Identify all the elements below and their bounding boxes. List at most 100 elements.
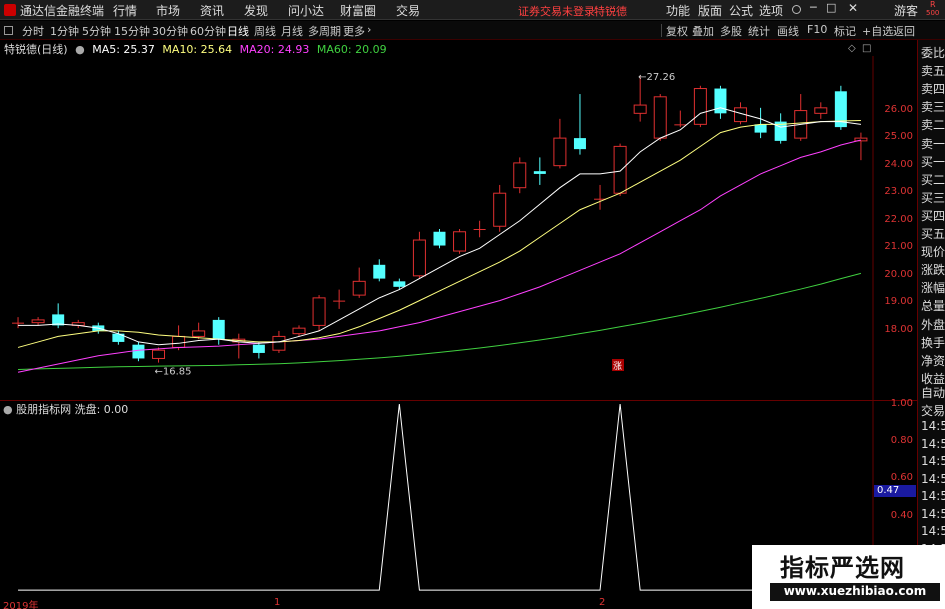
btn-fuquan[interactable]: 复权 <box>666 23 688 39</box>
date-label-feb: 2 <box>599 597 606 608</box>
candle-body-up <box>613 145 627 194</box>
stock-header: 特锐德 <box>594 5 627 18</box>
btn-huaxian[interactable]: 画线 <box>777 23 799 39</box>
tab-multi-period[interactable]: 多周期 <box>308 23 341 39</box>
quote-field-label: 买二 <box>921 172 945 187</box>
btn-diejia[interactable]: 叠加 <box>692 23 714 39</box>
candle-body-up <box>513 162 527 189</box>
quote-field-label: 买一 <box>921 154 945 169</box>
minimize-icon[interactable]: ─ <box>810 1 817 14</box>
tab-1min[interactable]: 1分钟 <box>50 23 79 39</box>
app-title: 通达信金融终端 <box>20 4 105 18</box>
quote-field-label: 卖五 <box>921 64 945 79</box>
quote-field-label: 卖一 <box>921 136 945 151</box>
candle-body-down <box>393 281 406 287</box>
candle-body-down <box>373 264 386 279</box>
square-icon[interactable]: □ <box>862 43 871 54</box>
candle-body-down <box>754 124 767 133</box>
search-icon[interactable] <box>792 5 801 14</box>
quote-field-label: 委比 <box>921 46 945 60</box>
candle-body-up <box>633 104 647 114</box>
watermark-url: www.xuezhibiao.com <box>770 583 940 601</box>
tab-daily[interactable]: 日线 <box>227 23 249 39</box>
tab-monthly[interactable]: 月线 <box>281 23 303 39</box>
btn-add-watchlist[interactable]: +自选 <box>862 23 893 39</box>
candle-body-up <box>814 107 828 114</box>
menu-shichang[interactable]: 市场 <box>156 2 180 19</box>
guest-label[interactable]: 游客 <box>894 2 918 19</box>
tab-15min[interactable]: 15分钟 <box>114 23 150 39</box>
date-axis: 2019年 1 2 <box>0 597 752 609</box>
limit-up-text: 涨 <box>613 361 622 372</box>
candlestick-chart[interactable]: ←27.26 ←16.85 涨 <box>0 56 917 400</box>
ma20-label: MA20: 24.93 <box>239 43 310 56</box>
price-tick-label: 26.00 <box>884 103 913 115</box>
tab-5min[interactable]: 5分钟 <box>82 23 111 39</box>
tick-time-label: 14:56 <box>921 419 945 433</box>
menu-gongneng[interactable]: 功能 <box>666 2 690 19</box>
tick-time-label: 14:56 <box>921 454 945 468</box>
tab-fenshi[interactable]: 分时 <box>22 23 44 39</box>
menu-zixun[interactable]: 资讯 <box>200 2 224 19</box>
quote-field-label: 卖二 <box>921 118 945 133</box>
menu-banmian[interactable]: 版面 <box>698 2 722 19</box>
price-tick-label: 18.00 <box>884 323 913 335</box>
candle-body-up <box>493 192 507 227</box>
ma5-label: MA5: 25.37 <box>92 43 155 56</box>
menu-xuanxiang[interactable]: 选项 <box>759 2 783 19</box>
quote-field-label: 卖三 <box>921 100 945 115</box>
menu-jiaoyi[interactable]: 交易 <box>396 2 420 19</box>
menu-wenxiaoda[interactable]: 问小达 <box>288 2 324 19</box>
high-annotation: ←27.26 <box>638 72 675 83</box>
candle-body-down <box>573 138 586 150</box>
ma-legend: 特锐德(日线) ● MA5: 25.37 MA10: 25.64 MA20: 2… <box>0 41 391 57</box>
close-icon[interactable]: ✕ <box>848 1 858 15</box>
candle-body-up <box>31 319 45 324</box>
ma5-line <box>18 107 861 346</box>
candle-body-up <box>352 280 366 296</box>
auto-trade-label[interactable]: 交易 <box>921 402 945 419</box>
price-tick-label: 21.00 <box>884 241 913 253</box>
login-warning[interactable]: 证券交易未登录 <box>518 3 595 19</box>
candle-body-up <box>674 124 687 126</box>
toggle-panel-icon[interactable] <box>4 26 13 35</box>
stock-name-label: 特锐德(日线) <box>4 43 68 56</box>
btn-f10[interactable]: F10 <box>807 23 827 36</box>
candle-body-up <box>453 231 467 252</box>
date-label-jan: 1 <box>274 597 281 608</box>
diamond-icon[interactable]: ◇ <box>848 43 856 54</box>
settings-dot-icon[interactable]: ● <box>75 43 85 56</box>
r-badge-number: 500 <box>926 9 940 17</box>
btn-tongji[interactable]: 统计 <box>748 23 770 39</box>
menu-hangqing[interactable]: 行情 <box>113 2 137 19</box>
candle-body-up <box>312 297 326 326</box>
tab-30min[interactable]: 30分钟 <box>152 23 188 39</box>
btn-duogu[interactable]: 多股 <box>720 23 742 39</box>
btn-back[interactable]: 返回 <box>893 23 915 39</box>
indicator-tick-label: 0.80 <box>890 435 913 447</box>
current-value-badge: 0.47 <box>874 485 916 497</box>
maximize-icon[interactable]: □ <box>826 1 836 14</box>
candle-body-up <box>333 300 346 302</box>
btn-biaoji[interactable]: 标记 <box>834 23 856 39</box>
ma60-line <box>18 272 862 370</box>
candle-body-up <box>412 239 426 277</box>
tab-60min[interactable]: 60分钟 <box>190 23 226 39</box>
candle-body-down <box>252 344 265 353</box>
quote-field-label: 现价 <box>921 245 945 260</box>
menu-gongshi[interactable]: 公式 <box>729 2 753 19</box>
tick-time-label: 14:56 <box>921 436 945 451</box>
period-toolbar: 分时 1分钟 5分钟 15分钟 30分钟 60分钟 日线 周线 月线 多周期 更… <box>0 21 945 40</box>
candle-body-up <box>272 335 286 351</box>
candle-body-up <box>693 88 707 125</box>
ma10-label: MA10: 25.64 <box>162 43 233 56</box>
chevron-right-icon[interactable]: › <box>367 23 371 36</box>
menu-faxian[interactable]: 发现 <box>244 2 268 19</box>
auto-trade-label[interactable]: 自动 <box>921 384 945 401</box>
tab-weekly[interactable]: 周线 <box>254 23 276 39</box>
candle-body-down <box>714 88 727 114</box>
candle-body-down <box>132 344 145 359</box>
menu-caifuquan[interactable]: 财富圈 <box>340 2 376 19</box>
tab-more[interactable]: 更多 <box>343 23 365 39</box>
ma60-label: MA60: 20.09 <box>316 43 387 56</box>
